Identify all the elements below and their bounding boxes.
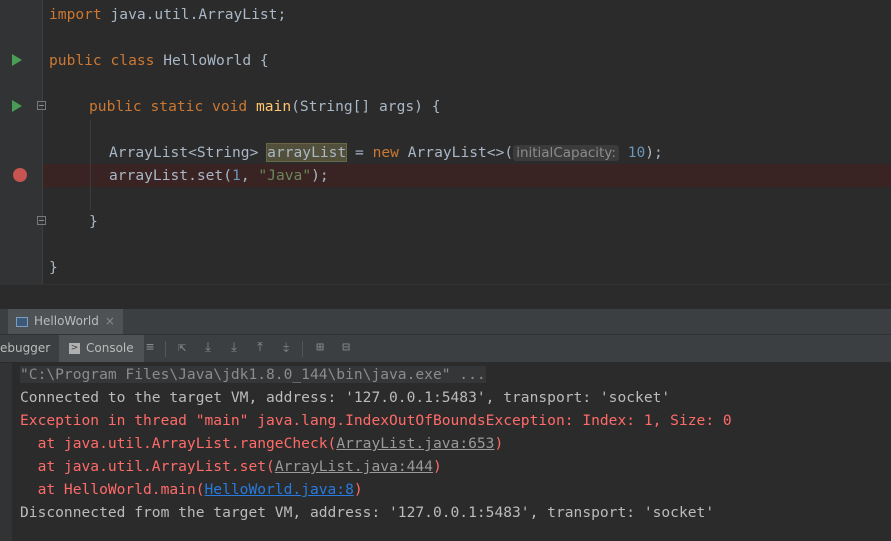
keyword-public: public (89, 98, 142, 115)
command-line-text[interactable]: "C:\Program Files\Java\jdk1.8.0_144\bin\… (20, 366, 486, 383)
console-line-connected: Connected to the target VM, address: '12… (20, 389, 671, 406)
console-output[interactable]: "C:\Program Files\Java\jdk1.8.0_144\bin\… (12, 363, 891, 541)
parameter-hint: initialCapacity: (513, 145, 619, 161)
run-tab-helloworld[interactable]: HelloWorld × (8, 309, 123, 334)
trace-text: at HelloWorld.main( (20, 481, 205, 498)
console-line-command: "C:\Program Files\Java\jdk1.8.0_144\bin\… (20, 363, 486, 386)
console-line-trace: at java.util.ArrayList.set(ArrayList.jav… (20, 455, 442, 478)
application-icon (16, 316, 28, 327)
console-line-trace: at java.util.ArrayList.rangeCheck(ArrayL… (20, 432, 504, 455)
step-out-icon[interactable]: ⤒ (253, 341, 267, 355)
debug-toolbar: ebugger > Console ≡ ⇱ ⤓ ⤓ ⤒ ⤈ ⊞ ⊟ (0, 335, 891, 363)
tab-console[interactable]: > Console (59, 335, 144, 362)
step-into-icon[interactable]: ⤓ (227, 341, 241, 355)
run-class-icon[interactable] (12, 54, 22, 66)
trace-text: ) (432, 458, 442, 475)
keyword-static: static (150, 98, 204, 115)
keyword-public: public (49, 52, 102, 69)
trace-text: ) (494, 435, 504, 452)
set-call: arrayList.set( (109, 167, 233, 184)
code-line-close-main: } (89, 213, 98, 230)
import-path: java.util.ArrayList; (101, 6, 287, 23)
keyword-new: new (372, 144, 399, 161)
tab-console-label: Console (86, 341, 134, 355)
code-line-import: import java.util.ArrayList; (49, 3, 286, 26)
trace-link[interactable]: ArrayList.java:653 (336, 435, 494, 452)
code-editor[interactable]: import java.util.ArrayList; public class… (0, 0, 891, 284)
code-line-class: public class HelloWorld { (49, 49, 269, 72)
console-line-disconnected: Disconnected from the target VM, address… (20, 504, 715, 521)
menu-icon[interactable]: ≡ (143, 341, 157, 355)
fold-main-icon[interactable] (37, 101, 46, 110)
run-to-cursor-icon[interactable]: ⤈ (279, 341, 293, 355)
keyword-import: import (49, 6, 102, 23)
declared-type: ArrayList<String> (109, 144, 268, 161)
trace-text: at java.util.ArrayList.rangeCheck( (20, 435, 337, 452)
assign-operator: = (346, 144, 373, 161)
editor-gutter[interactable] (0, 0, 43, 284)
fold-end-icon[interactable] (37, 216, 46, 225)
trace-text: ) (353, 481, 363, 498)
trace-link[interactable]: HelloWorld.java:8 (205, 481, 354, 498)
code-line-main: public static void main(String[] args) { (89, 95, 441, 118)
constructor-call: ArrayList<>( (398, 144, 514, 161)
console-icon: > (69, 343, 80, 354)
breakpoint-icon[interactable] (13, 168, 27, 182)
indent-guide (90, 120, 91, 210)
tab-debugger[interactable]: ebugger (0, 335, 50, 362)
keyword-class: class (110, 52, 155, 69)
run-tab-bar: HelloWorld × (0, 309, 891, 335)
keyword-void: void (212, 98, 248, 115)
console-line-exception: Exception in thread "main" java.lang.Ind… (20, 412, 732, 429)
panel-splitter[interactable] (0, 284, 891, 309)
run-main-icon[interactable] (12, 100, 22, 112)
toolbar-separator (302, 341, 303, 357)
code-line-set: arrayList.set(1, "Java"); (109, 164, 329, 187)
method-name: main (255, 98, 292, 115)
variable-arraylist[interactable]: arrayList (266, 143, 348, 162)
toolbar-separator (165, 341, 166, 357)
string-literal: "Java" (258, 167, 312, 184)
console-line-trace: at HelloWorld.main(HelloWorld.java:8) (20, 478, 363, 501)
trace-link[interactable]: ArrayList.java:444 (275, 458, 433, 475)
show-execution-point-icon[interactable]: ⇱ (175, 341, 189, 355)
trace-text: at java.util.ArrayList.set( (20, 458, 275, 475)
comma: , (240, 167, 259, 184)
step-over-icon[interactable]: ⤓ (201, 341, 215, 355)
number-literal: 10 (627, 144, 646, 161)
run-tab-label: HelloWorld (34, 314, 99, 328)
number-literal: 1 (232, 167, 241, 184)
code-line-declaration: ArrayList<String> arrayList = new ArrayL… (109, 141, 663, 164)
method-params: (String[] args) { (291, 98, 441, 115)
class-name: HelloWorld { (154, 52, 269, 69)
trace-icon[interactable]: ⊟ (339, 341, 353, 355)
close-icon[interactable]: × (105, 309, 115, 334)
evaluate-expression-icon[interactable]: ⊞ (313, 341, 327, 355)
statement-end: ); (311, 167, 329, 184)
code-line-close-class: } (49, 259, 58, 276)
statement-end: ); (645, 144, 663, 161)
